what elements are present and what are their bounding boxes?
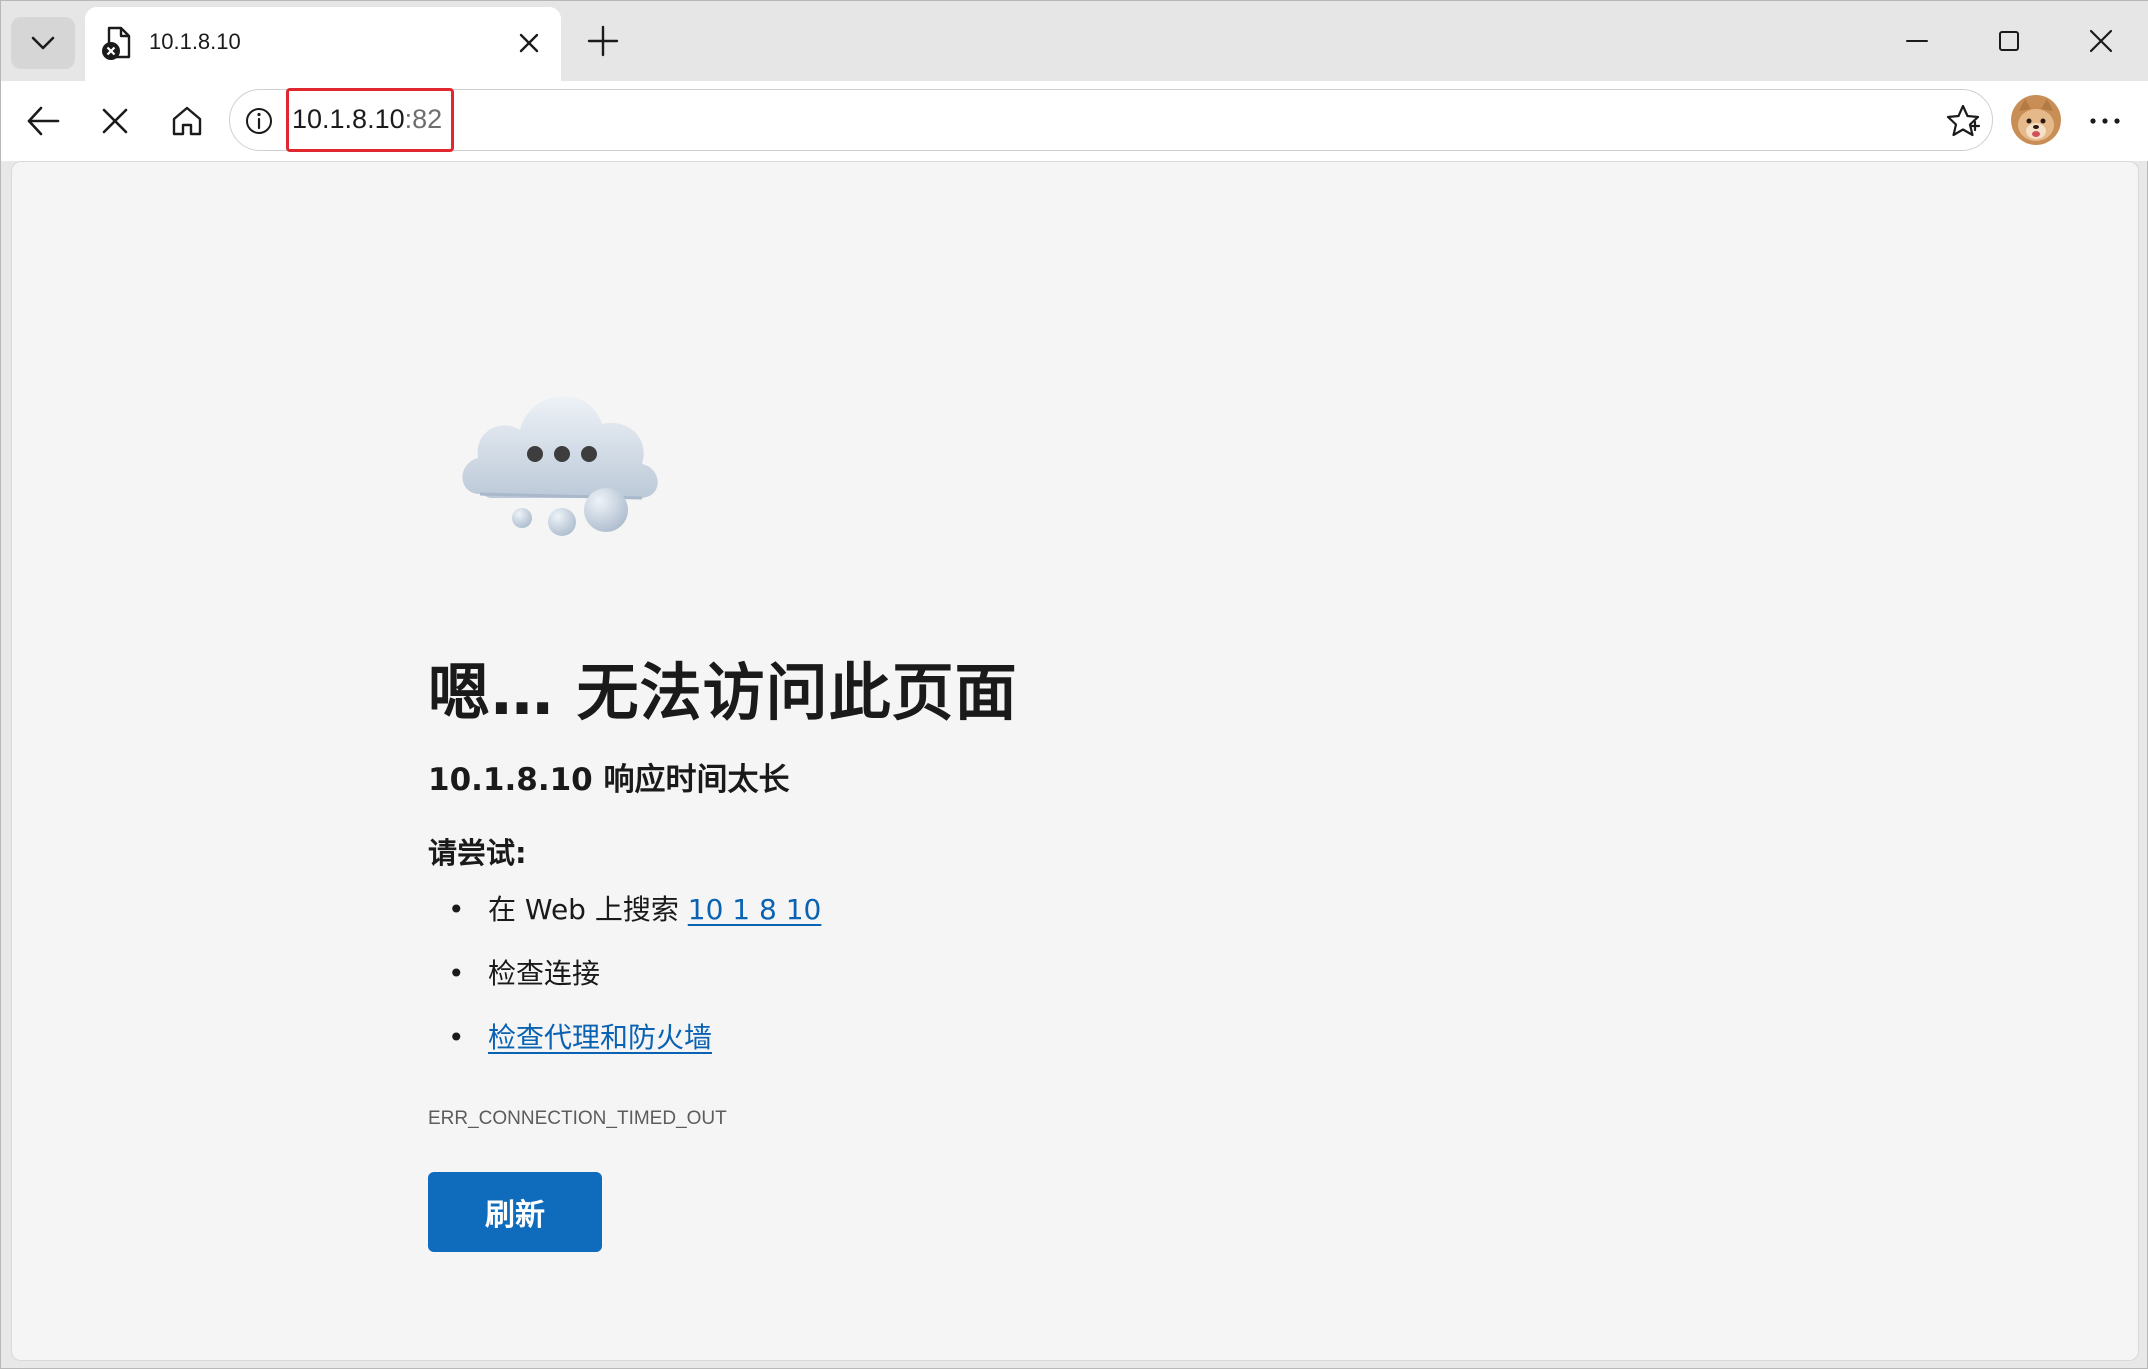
browser-window: 10.1.8.10 10.1.8.10:82 嗯… 无法访问此页面 10.1.8… xyxy=(0,0,2148,1369)
back-button[interactable] xyxy=(21,99,65,143)
tab-actions-button[interactable] xyxy=(11,17,75,69)
refresh-button[interactable]: 刷新 xyxy=(428,1172,602,1252)
error-subheading: 10.1.8.10 响应时间太长 xyxy=(428,762,790,798)
try-label: 请尝试: xyxy=(428,836,527,870)
list-item: • 检查连接 xyxy=(448,954,821,1018)
close-icon xyxy=(102,108,128,134)
suggestion-list: • 在 Web 上搜索 10 1 8 10 • 检查连接 • 检查代理和防火墙 xyxy=(448,890,821,1082)
cloud-icon xyxy=(462,396,658,536)
maximize-icon[interactable] xyxy=(1991,23,2027,59)
tab-strip: 10.1.8.10 xyxy=(1,1,2148,81)
more-icon xyxy=(2090,118,2120,124)
bullet-icon: • xyxy=(448,893,465,926)
bullet-icon: • xyxy=(448,1021,465,1054)
star-icon[interactable] xyxy=(1944,102,1982,140)
info-icon[interactable] xyxy=(244,106,274,136)
check-proxy-firewall-link[interactable]: 检查代理和防火墙 xyxy=(488,1021,712,1054)
plus-icon[interactable] xyxy=(585,23,621,59)
bullet-icon: • xyxy=(448,957,465,990)
close-icon[interactable] xyxy=(515,29,543,57)
home-icon xyxy=(172,106,202,136)
avatar[interactable] xyxy=(2011,95,2061,145)
home-button[interactable] xyxy=(165,99,209,143)
page-error-icon xyxy=(102,26,131,60)
tab-active[interactable]: 10.1.8.10 xyxy=(85,7,561,81)
more-button[interactable] xyxy=(2083,99,2127,143)
arrow-left-icon xyxy=(27,106,60,136)
minimize-icon[interactable] xyxy=(1899,23,1935,59)
close-icon[interactable] xyxy=(2083,23,2119,59)
error-code: ERR_CONNECTION_TIMED_OUT xyxy=(428,1108,727,1129)
suggestion-text: 在 Web 上搜索 xyxy=(488,893,688,926)
url-port: :82 xyxy=(404,104,443,134)
search-web-link[interactable]: 10 1 8 10 xyxy=(688,893,822,926)
address-bar[interactable]: 10.1.8.10:82 xyxy=(229,88,1993,152)
list-item: • 检查代理和防火墙 xyxy=(448,1018,821,1082)
url-text[interactable]: 10.1.8.10:82 xyxy=(292,104,442,135)
error-page: 嗯… 无法访问此页面 10.1.8.10 响应时间太长 请尝试: • 在 Web… xyxy=(11,161,2139,1361)
url-host: 10.1.8.10 xyxy=(292,104,405,134)
tab-title: 10.1.8.10 xyxy=(149,29,241,54)
chevron-down-icon xyxy=(31,36,55,50)
list-item: • 在 Web 上搜索 10 1 8 10 xyxy=(448,890,821,954)
toolbar: 10.1.8.10:82 xyxy=(1,81,2148,161)
error-heading: 嗯… 无法访问此页面 xyxy=(428,656,1018,729)
suggestion-text: 检查连接 xyxy=(488,957,601,990)
stop-button[interactable] xyxy=(93,99,137,143)
profile-dog-icon xyxy=(2011,95,2061,145)
